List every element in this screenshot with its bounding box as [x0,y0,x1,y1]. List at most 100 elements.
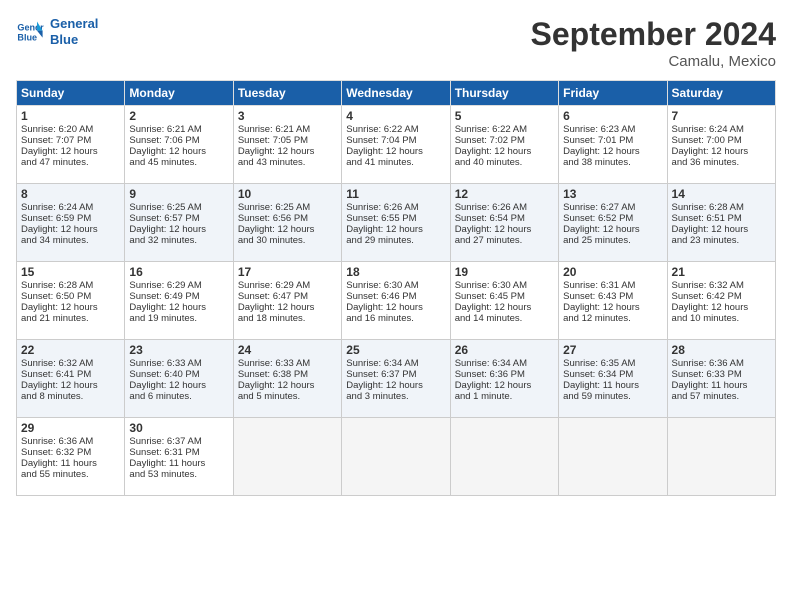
day-info-line: and 41 minutes. [346,157,445,168]
calendar-page: General Blue General Blue September 2024… [0,0,792,612]
day-number: 24 [238,343,337,357]
logo-line2: Blue [50,32,98,48]
day-number: 19 [455,265,554,279]
day-info-line: Sunset: 6:59 PM [21,213,120,224]
calendar-header: SundayMondayTuesdayWednesdayThursdayFrid… [17,81,776,106]
day-number: 11 [346,187,445,201]
day-cell: 24Sunrise: 6:33 AMSunset: 6:38 PMDayligh… [233,340,341,418]
day-info-line: Daylight: 12 hours [672,224,771,235]
day-number: 13 [563,187,662,201]
logo-line1: General [50,16,98,32]
day-info-line: and 23 minutes. [672,235,771,246]
header-cell-friday: Friday [559,81,667,106]
day-info-line: Daylight: 12 hours [563,146,662,157]
day-info-line: and 57 minutes. [672,391,771,402]
day-info-line: Sunrise: 6:32 AM [672,280,771,291]
day-number: 29 [21,421,120,435]
day-info-line: Sunrise: 6:29 AM [238,280,337,291]
day-info-line: Sunset: 6:46 PM [346,291,445,302]
day-info-line: Sunrise: 6:27 AM [563,202,662,213]
day-info-line: and 6 minutes. [129,391,228,402]
day-number: 6 [563,109,662,123]
day-info-line: and 8 minutes. [21,391,120,402]
day-cell: 11Sunrise: 6:26 AMSunset: 6:55 PMDayligh… [342,184,450,262]
day-info-line: Sunrise: 6:30 AM [346,280,445,291]
day-number: 27 [563,343,662,357]
day-info-line: Sunset: 7:07 PM [21,135,120,146]
day-number: 14 [672,187,771,201]
day-info-line: Sunrise: 6:22 AM [346,124,445,135]
day-info-line: Daylight: 12 hours [455,146,554,157]
week-row-3: 15Sunrise: 6:28 AMSunset: 6:50 PMDayligh… [17,262,776,340]
header-cell-saturday: Saturday [667,81,775,106]
day-info-line: Sunset: 6:40 PM [129,369,228,380]
day-cell: 14Sunrise: 6:28 AMSunset: 6:51 PMDayligh… [667,184,775,262]
day-info-line: and 45 minutes. [129,157,228,168]
day-info-line: Sunrise: 6:36 AM [672,358,771,369]
day-info-line: Sunset: 6:32 PM [21,447,120,458]
day-info-line: Daylight: 12 hours [21,146,120,157]
day-cell: 26Sunrise: 6:34 AMSunset: 6:36 PMDayligh… [450,340,558,418]
day-number: 4 [346,109,445,123]
day-number: 25 [346,343,445,357]
day-info-line: Daylight: 12 hours [238,224,337,235]
day-cell: 10Sunrise: 6:25 AMSunset: 6:56 PMDayligh… [233,184,341,262]
day-info-line: Sunset: 6:56 PM [238,213,337,224]
day-info-line: Sunset: 6:52 PM [563,213,662,224]
day-cell: 29Sunrise: 6:36 AMSunset: 6:32 PMDayligh… [17,418,125,496]
day-info-line: and 36 minutes. [672,157,771,168]
day-info-line: and 47 minutes. [21,157,120,168]
day-number: 21 [672,265,771,279]
day-info-line: Sunrise: 6:25 AM [129,202,228,213]
day-cell: 21Sunrise: 6:32 AMSunset: 6:42 PMDayligh… [667,262,775,340]
day-number: 30 [129,421,228,435]
day-info-line: Daylight: 12 hours [346,380,445,391]
day-cell: 3Sunrise: 6:21 AMSunset: 7:05 PMDaylight… [233,106,341,184]
day-number: 12 [455,187,554,201]
day-info-line: Daylight: 11 hours [672,380,771,391]
day-info-line: Sunset: 6:50 PM [21,291,120,302]
day-info-line: Daylight: 11 hours [563,380,662,391]
day-info-line: Sunrise: 6:37 AM [129,436,228,447]
day-info-line: Sunrise: 6:36 AM [21,436,120,447]
day-info-line: Daylight: 11 hours [21,458,120,469]
day-number: 7 [672,109,771,123]
week-row-5: 29Sunrise: 6:36 AMSunset: 6:32 PMDayligh… [17,418,776,496]
header-cell-tuesday: Tuesday [233,81,341,106]
day-info-line: Sunrise: 6:25 AM [238,202,337,213]
day-info-line: Daylight: 12 hours [21,380,120,391]
day-info-line: Daylight: 12 hours [129,302,228,313]
day-info-line: Sunrise: 6:23 AM [563,124,662,135]
day-info-line: Daylight: 12 hours [238,380,337,391]
day-cell: 13Sunrise: 6:27 AMSunset: 6:52 PMDayligh… [559,184,667,262]
day-info-line: and 55 minutes. [21,469,120,480]
day-info-line: Sunset: 6:37 PM [346,369,445,380]
week-row-1: 1Sunrise: 6:20 AMSunset: 7:07 PMDaylight… [17,106,776,184]
day-info-line: Sunset: 6:38 PM [238,369,337,380]
header-row: SundayMondayTuesdayWednesdayThursdayFrid… [17,81,776,106]
day-cell: 17Sunrise: 6:29 AMSunset: 6:47 PMDayligh… [233,262,341,340]
day-info-line: and 14 minutes. [455,313,554,324]
day-info-line: Daylight: 12 hours [455,380,554,391]
day-info-line: Daylight: 12 hours [346,146,445,157]
day-number: 9 [129,187,228,201]
day-cell: 27Sunrise: 6:35 AMSunset: 6:34 PMDayligh… [559,340,667,418]
day-cell: 2Sunrise: 6:21 AMSunset: 7:06 PMDaylight… [125,106,233,184]
day-info-line: and 1 minute. [455,391,554,402]
day-info-line: Sunset: 6:54 PM [455,213,554,224]
day-info-line: and 29 minutes. [346,235,445,246]
day-number: 17 [238,265,337,279]
day-info-line: Sunset: 6:34 PM [563,369,662,380]
day-info-line: Sunrise: 6:33 AM [129,358,228,369]
day-info-line: Sunset: 6:42 PM [672,291,771,302]
day-info-line: Sunset: 6:33 PM [672,369,771,380]
day-info-line: and 21 minutes. [21,313,120,324]
day-info-line: Sunrise: 6:29 AM [129,280,228,291]
day-number: 1 [21,109,120,123]
day-info-line: Sunset: 7:04 PM [346,135,445,146]
day-number: 3 [238,109,337,123]
day-info-line: Daylight: 11 hours [129,458,228,469]
day-info-line: Daylight: 12 hours [346,224,445,235]
logo-icon: General Blue [16,18,44,46]
day-info-line: Daylight: 12 hours [672,146,771,157]
